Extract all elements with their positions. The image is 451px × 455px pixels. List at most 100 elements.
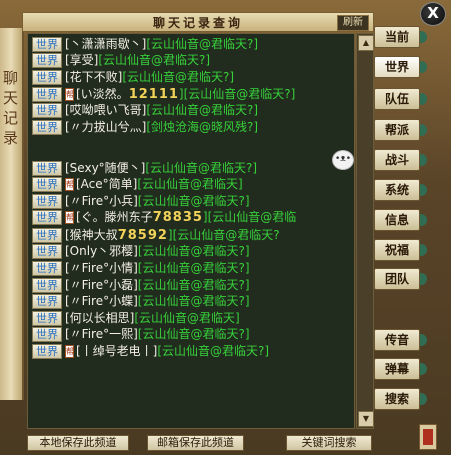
server-channel-text: ][云山仙音@君临: [202, 210, 297, 224]
player-name-link[interactable]: [何以长相思]: [65, 311, 134, 325]
player-name-link[interactable]: [〃Fire°小兵]: [65, 194, 138, 208]
tab-1[interactable]: 世界: [374, 56, 427, 78]
player-name-link[interactable]: [丨绰号老电丨]: [76, 344, 157, 358]
server-channel-text: [云山仙音@君临天?]: [137, 294, 250, 308]
chat-line: 世界 [Only丶邪樱][云山仙音@君临天?]: [32, 243, 250, 260]
window-title: 聊天记录查询: [152, 16, 243, 30]
scroll-down-arrow-icon[interactable]: ▼: [358, 411, 374, 427]
player-name-link[interactable]: [ぐ。滕州东子: [76, 210, 153, 224]
channel-tag-button[interactable]: 世界: [32, 344, 62, 359]
player-name-link[interactable]: [享受]: [65, 53, 98, 67]
player-name-link[interactable]: [猴神大叔: [65, 228, 118, 242]
server-channel-text: [云山仙音@君临天?]: [137, 261, 250, 275]
chat-line: 世界 [哎呦喂い飞哥][云山仙音@君临天?]: [32, 102, 258, 119]
channel-tag-button[interactable]: 世界: [32, 278, 62, 293]
server-channel-text: [云山仙音@君临天?]: [157, 344, 270, 358]
tab-7[interactable]: 祝福: [374, 239, 427, 261]
chat-line: 世界 [〃力拔山兮灬][剑烛沧海@晓风残?]: [32, 119, 258, 136]
server-channel-text: [云山仙音@君临天?]: [146, 103, 259, 117]
player-name-link[interactable]: [〃Fire°小情]: [65, 261, 138, 275]
local-save-button[interactable]: 本地保存此频道: [27, 435, 129, 451]
tab-11[interactable]: 搜索: [374, 388, 427, 410]
chat-line: 世界帮 [ぐ。滕州东子78835][云山仙音@君临: [32, 209, 296, 226]
left-scroll-decoration: 聊天记录: [0, 28, 24, 400]
chat-line: 世界 [〃Fire°小磊][云山仙音@君临天?]: [32, 277, 250, 294]
emote-bunny-icon: •ᴥ•: [332, 150, 354, 170]
tab-0[interactable]: 当前: [374, 26, 427, 48]
chat-line: 世界 [〃Fire°小蝶][云山仙音@君临天?]: [32, 293, 250, 310]
server-channel-text: [云山仙音@君临天?]: [137, 194, 250, 208]
channel-tag-button[interactable]: 世界: [32, 37, 62, 52]
chat-line: 世界 [猴神大叔78592][云山仙音@君临天?: [32, 227, 280, 244]
channel-tag-button[interactable]: 世界: [32, 103, 62, 118]
channel-tag-button[interactable]: 世界: [32, 194, 62, 209]
chat-history-window: 聊天记录 聊天记录查询 刷新 X 世界 [丶潇潇雨歇丶][云山仙音@君临天?] 世界…: [0, 0, 451, 455]
player-name-link[interactable]: [〃力拔山兮灬]: [65, 120, 146, 134]
keyword-search-button[interactable]: 关键词搜索: [286, 435, 372, 451]
chat-line: 世界 [何以长相思][云山仙音@君临天]: [32, 310, 240, 327]
chat-scrollbar[interactable]: ▲ ▼: [356, 33, 374, 429]
tab-6[interactable]: 信息: [374, 209, 427, 231]
chat-line: 世界 [丶潇潇雨歇丶][云山仙音@君临天?]: [32, 36, 258, 53]
player-name-link[interactable]: [Only丶邪樱]: [65, 244, 138, 258]
server-channel-text: [云山仙音@君临天?]: [137, 327, 250, 341]
chat-line: 世界帮 [い淡然。12111][云山仙音@君临天?]: [32, 86, 295, 103]
server-channel-text: [云山仙音@君临天]: [137, 177, 243, 191]
guild-badge-icon: 帮: [65, 211, 74, 224]
channel-tag-button[interactable]: 世界: [32, 120, 62, 135]
chat-line: 世界 [享受][云山仙音@君临天?]: [32, 52, 210, 69]
player-number-highlight: 78592: [117, 228, 168, 243]
seal-icon: [419, 424, 437, 450]
refresh-button[interactable]: 刷新: [337, 15, 369, 31]
guild-badge-icon: 帮: [65, 178, 74, 191]
channel-tag-button[interactable]: 世界: [32, 261, 62, 276]
channel-tag-button[interactable]: 世界: [32, 87, 62, 102]
player-number-highlight: 78835: [152, 210, 203, 225]
channel-tag-button[interactable]: 世界: [32, 161, 62, 176]
server-channel-text: [云山仙音@君临天?]: [137, 278, 250, 292]
tab-5[interactable]: 系统: [374, 179, 427, 201]
player-name-link[interactable]: [花下不败]: [65, 70, 122, 84]
tab-2[interactable]: 队伍: [374, 88, 427, 110]
player-name-link[interactable]: [丶潇潇雨歇丶]: [65, 37, 146, 51]
mail-save-button[interactable]: 邮箱保存此频道: [147, 435, 244, 451]
channel-tag-button[interactable]: 世界: [32, 177, 62, 192]
channel-tag-button[interactable]: 世界: [32, 244, 62, 259]
server-channel-text: [剑烛沧海@晓风残?]: [146, 120, 259, 134]
player-number-highlight: 12111: [128, 87, 179, 102]
server-channel-text: [云山仙音@君临天]: [134, 311, 240, 325]
guild-badge-icon: 帮: [65, 345, 74, 358]
title-bar: 聊天记录查询 刷新: [22, 12, 374, 32]
chat-line: 世界帮 [Ace°简单][云山仙音@君临天]: [32, 176, 243, 193]
channel-tag-button[interactable]: 世界: [32, 53, 62, 68]
chat-line: 世界 [〃Fire°小兵][云山仙音@君临天?]: [32, 193, 250, 210]
tab-10[interactable]: 弹幕: [374, 358, 427, 380]
player-name-link[interactable]: [Ace°简单]: [76, 177, 137, 191]
chat-line: 世界 [〃Fire°一熙][云山仙音@君临天?]: [32, 326, 250, 343]
tab-4[interactable]: 战斗: [374, 149, 427, 171]
player-name-link[interactable]: [哎呦喂い飞哥]: [65, 103, 146, 117]
tab-9[interactable]: 传音: [374, 329, 427, 351]
scroll-up-arrow-icon[interactable]: ▲: [358, 35, 374, 51]
channel-tag-button[interactable]: 世界: [32, 210, 62, 225]
player-name-link[interactable]: [〃Fire°小蝶]: [65, 294, 138, 308]
channel-tag-button[interactable]: 世界: [32, 327, 62, 342]
chat-log-panel: 世界 [丶潇潇雨歇丶][云山仙音@君临天?] 世界 [享受][云山仙音@君临天?] 世界…: [27, 33, 355, 429]
server-channel-text: [云山仙音@君临天?]: [98, 53, 211, 67]
close-button[interactable]: X: [420, 2, 446, 26]
channel-tag-button[interactable]: 世界: [32, 70, 62, 85]
channel-tag-button[interactable]: 世界: [32, 311, 62, 326]
tab-3[interactable]: 帮派: [374, 119, 427, 141]
channel-tag-button[interactable]: 世界: [32, 294, 62, 309]
server-channel-text: [云山仙音@君临天?]: [146, 37, 259, 51]
player-name-link[interactable]: [Sexy°随便丶]: [65, 161, 145, 175]
player-name-link[interactable]: [〃Fire°小磊]: [65, 278, 138, 292]
player-name-link[interactable]: [〃Fire°一熙]: [65, 327, 138, 341]
chat-line: 世界 [Sexy°随便丶][云山仙音@君临天?]: [32, 160, 257, 177]
chat-line: 世界 [〃Fire°小情][云山仙音@君临天?]: [32, 260, 250, 277]
server-channel-text: ][云山仙音@君临天?]: [178, 87, 296, 101]
player-name-link[interactable]: [い淡然。: [76, 87, 129, 101]
channel-tag-button[interactable]: 世界: [32, 228, 62, 243]
tab-8[interactable]: 团队: [374, 268, 427, 290]
server-channel-text: [云山仙音@君临天?]: [145, 161, 258, 175]
